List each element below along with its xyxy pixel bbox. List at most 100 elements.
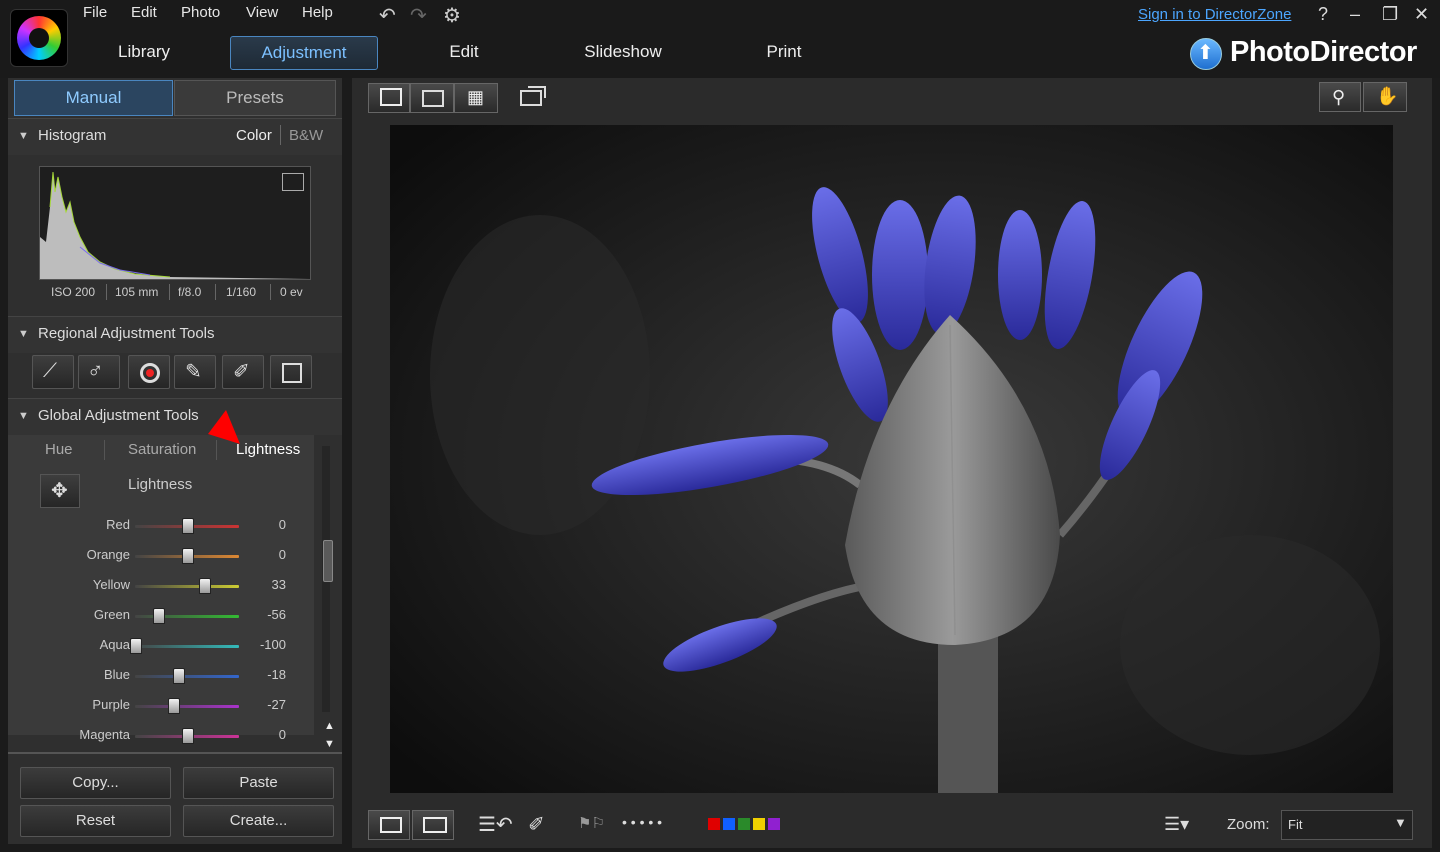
minimize-icon[interactable]: – [1350, 4, 1360, 25]
side-by-side-button[interactable] [412, 810, 454, 840]
gradient-mask-button[interactable]: ✐ [222, 355, 264, 389]
menu-edit[interactable]: Edit [131, 4, 157, 21]
close-icon[interactable]: ✕ [1414, 4, 1429, 25]
slider-value[interactable]: -18 [246, 667, 286, 682]
targeted-adjustment-button[interactable]: ✥ [40, 474, 80, 508]
slider-thumb[interactable] [130, 638, 142, 654]
nav-adjustment[interactable]: Adjustment [230, 36, 378, 70]
erase-icon[interactable]: ✐ [528, 812, 545, 837]
adjustment-brush-button[interactable]: ✎ [174, 355, 216, 389]
star-rating[interactable]: • • • • • [622, 814, 662, 830]
nav-print[interactable]: Print [740, 36, 828, 68]
undo-icon[interactable]: ↶ [379, 3, 396, 28]
tab-presets[interactable]: Presets [174, 80, 336, 116]
nav-library[interactable]: Library [100, 36, 188, 68]
color-label-swatch[interactable] [768, 818, 780, 830]
histogram-header[interactable]: ▼ Histogram Color B&W [8, 118, 342, 155]
slider-value[interactable]: -100 [246, 637, 286, 652]
create-button[interactable]: Create... [183, 805, 334, 837]
restore-icon[interactable]: ❐ [1382, 4, 1398, 25]
scroll-down-icon[interactable]: ▼ [324, 738, 335, 750]
help-icon[interactable]: ? [1318, 4, 1328, 25]
slider-track[interactable] [135, 675, 239, 678]
square-icon [282, 363, 302, 383]
regional-tools-title: Regional Adjustment Tools [38, 325, 215, 342]
slider-value[interactable]: -27 [246, 697, 286, 712]
radial-filter-button[interactable] [270, 355, 312, 389]
slider-value[interactable]: 0 [246, 727, 286, 742]
slider-track[interactable] [135, 645, 239, 648]
scroll-up-icon[interactable]: ▲ [324, 720, 335, 732]
copy-button[interactable]: Copy... [20, 767, 171, 799]
menu-help[interactable]: Help [302, 4, 333, 21]
tab-lightness[interactable]: Lightness [236, 441, 300, 458]
hand-icon: ✋ [1376, 86, 1399, 106]
slider-thumb[interactable] [167, 698, 180, 714]
scrollbar-thumb[interactable] [323, 540, 333, 582]
tab-manual[interactable]: Manual [14, 80, 173, 116]
collapse-triangle-icon[interactable]: ▼ [18, 130, 29, 142]
color-label-swatch[interactable] [708, 818, 720, 830]
title-bar: File Edit Photo View Help ↶ ↷ ⚙ Library … [0, 0, 1440, 78]
nav-edit[interactable]: Edit [420, 36, 508, 68]
view-grid-button[interactable]: ▦ [454, 83, 498, 113]
color-label-swatch[interactable] [723, 818, 735, 830]
up-arrow-icon: ⬆ [1197, 42, 1214, 64]
red-eye-button[interactable] [128, 355, 170, 389]
crop-tool-button[interactable]: ⟋ [32, 355, 74, 389]
regional-tools-header[interactable]: ▼ Regional Adjustment Tools [8, 316, 342, 353]
toggle-filmstrip-icon[interactable] [520, 86, 546, 106]
color-label-swatch[interactable] [738, 818, 750, 830]
zoom-label: Zoom: [1227, 816, 1270, 833]
zoom-value: Fit [1288, 817, 1303, 832]
slider-track[interactable] [135, 705, 239, 708]
divider [106, 284, 107, 300]
redo-icon[interactable]: ↷ [410, 3, 427, 28]
tab-hue[interactable]: Hue [45, 441, 73, 458]
view-single-button[interactable] [410, 83, 454, 113]
menu-photo[interactable]: Photo [181, 4, 220, 21]
reset-button[interactable]: Reset [20, 805, 171, 837]
tab-saturation[interactable]: Saturation [128, 441, 196, 458]
collapse-triangle-icon[interactable]: ▼ [18, 410, 29, 422]
slider-track[interactable] [135, 585, 239, 588]
histogram-title: Histogram [38, 127, 107, 144]
histogram-color-toggle[interactable]: Color [236, 127, 272, 144]
slider-value[interactable]: 0 [246, 517, 286, 532]
slider-value[interactable]: 0 [246, 547, 286, 562]
nav-slideshow[interactable]: Slideshow [568, 36, 678, 68]
zoom-select[interactable]: Fit ▼ [1281, 810, 1413, 840]
app-logo [10, 9, 68, 67]
settings-gear-icon[interactable]: ⚙ [443, 3, 461, 28]
photo-preview[interactable] [390, 125, 1393, 793]
slider-thumb[interactable] [172, 668, 185, 684]
slider-value[interactable]: -56 [246, 607, 286, 622]
global-tools-header[interactable]: ▼ Global Adjustment Tools [8, 398, 342, 435]
slider-thumb[interactable] [182, 518, 194, 534]
collapse-triangle-icon[interactable]: ▼ [18, 328, 29, 340]
lightness-section-label: Lightness [128, 476, 193, 493]
spot-removal-button[interactable]: ♂ [78, 355, 120, 389]
sort-menu-icon[interactable]: ☰▾ [1164, 814, 1189, 835]
zoom-tool-button[interactable]: ⚲ [1319, 82, 1361, 112]
paste-button[interactable]: Paste [183, 767, 334, 799]
divider [270, 284, 271, 300]
rotate-icon[interactable]: ☰↶ [478, 812, 513, 837]
color-label-swatch[interactable] [753, 818, 765, 830]
histogram-bw-toggle[interactable]: B&W [289, 127, 323, 144]
clipping-warning-icon[interactable] [282, 173, 304, 191]
view-compare-button[interactable] [368, 83, 410, 113]
menu-file[interactable]: File [83, 4, 107, 21]
sign-in-link[interactable]: Sign in to DirectorZone [1138, 6, 1291, 23]
slider-thumb[interactable] [182, 548, 194, 564]
slider-track[interactable] [135, 615, 239, 618]
single-view-button[interactable] [368, 810, 410, 840]
pan-tool-button[interactable]: ✋ [1363, 82, 1407, 112]
slider-thumb[interactable] [199, 578, 212, 594]
slider-thumb[interactable] [152, 608, 165, 624]
slider-value[interactable]: 33 [246, 577, 286, 592]
slider-thumb[interactable] [182, 728, 194, 744]
bottom-toolbar: ☰↶ ✐ ⚑⚐ • • • • • ☰▾ Zoom: Fit ▼ [352, 800, 1432, 848]
menu-view[interactable]: View [246, 4, 278, 21]
flag-icon[interactable]: ⚑⚐ [578, 814, 605, 832]
